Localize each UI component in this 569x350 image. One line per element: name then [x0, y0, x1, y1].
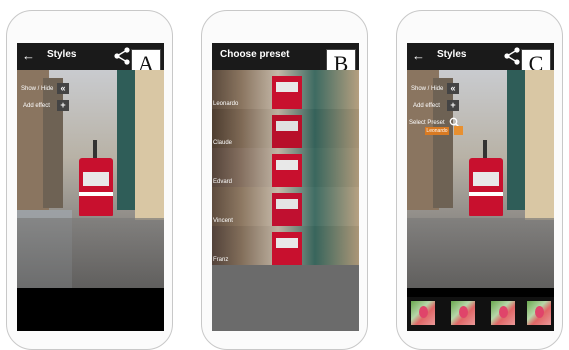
- preset-item-vincent[interactable]: Vincent: [212, 187, 359, 226]
- collapse-icon[interactable]: «: [447, 83, 459, 94]
- preset-name: Leonardo: [213, 101, 239, 107]
- flower-thumbnail-1[interactable]: [411, 301, 435, 325]
- phone-frame-b: Choose preset B Leonardo Claude Edvard V…: [201, 10, 368, 350]
- app-bar: ← Styles C: [407, 43, 554, 79]
- building-right: [135, 70, 164, 220]
- preset-name: Claude: [213, 140, 233, 146]
- empty-area: [212, 265, 359, 331]
- thumbnail-strip: [407, 297, 554, 331]
- preset-item-leonardo[interactable]: Leonardo: [212, 70, 359, 109]
- phone-frame-a: ← Styles A Show / Hide « Add effect +: [6, 10, 173, 350]
- street: [17, 218, 164, 288]
- phone-frame-c: ← Styles C Show / Hide « Add effect + Se…: [396, 10, 563, 350]
- red-tram: [79, 158, 113, 216]
- app-bar: Choose preset B: [212, 43, 359, 79]
- page-title: Styles: [437, 49, 467, 60]
- street: [407, 218, 554, 288]
- screen-a: ← Styles A Show / Hide « Add effect +: [17, 43, 164, 331]
- flower-thumbnail-3[interactable]: [491, 301, 515, 325]
- red-tram: [469, 158, 503, 216]
- building-right-green: [507, 70, 525, 210]
- page-title: Styles: [47, 49, 77, 60]
- tram-pole: [483, 140, 487, 158]
- building-left-inner: [433, 78, 453, 208]
- back-arrow-icon[interactable]: ←: [22, 48, 35, 64]
- preset-item-edvard[interactable]: Edvard: [212, 148, 359, 187]
- building-right: [525, 70, 554, 220]
- page-title: Choose preset: [220, 49, 290, 60]
- preset-color-swatch[interactable]: [454, 126, 463, 135]
- bottom-area: [17, 288, 164, 331]
- select-preset-label[interactable]: Select Preset: [409, 119, 445, 127]
- add-effect-plus-icon[interactable]: +: [447, 100, 459, 111]
- preset-list: Leonardo Claude Edvard Vincent Franz: [212, 70, 359, 265]
- preset-item-claude[interactable]: Claude: [212, 109, 359, 148]
- screen-c: ← Styles C Show / Hide « Add effect + Se…: [407, 43, 554, 331]
- selected-preset-badge[interactable]: Leonardo: [425, 127, 449, 135]
- tram-pole: [93, 140, 97, 158]
- share-icon[interactable]: [113, 46, 131, 66]
- back-arrow-icon[interactable]: ←: [412, 48, 425, 64]
- add-effect-plus-icon[interactable]: +: [57, 100, 69, 111]
- add-effect-label[interactable]: Add effect: [413, 102, 440, 110]
- preset-name: Vincent: [213, 218, 233, 224]
- add-effect-label[interactable]: Add effect: [23, 102, 50, 110]
- flower-thumbnail-4[interactable]: [527, 301, 551, 325]
- preset-item-franz[interactable]: Franz: [212, 226, 359, 265]
- flower-thumbnail-2[interactable]: [451, 301, 475, 325]
- app-bar: ← Styles A: [17, 43, 164, 79]
- share-icon[interactable]: [503, 46, 521, 66]
- collapse-icon[interactable]: «: [57, 83, 69, 94]
- preset-name: Edvard: [213, 179, 233, 185]
- building-right-green: [117, 70, 135, 210]
- show-hide-label[interactable]: Show / Hide: [411, 85, 443, 93]
- building-left-inner: [43, 78, 63, 208]
- show-hide-label[interactable]: Show / Hide: [21, 85, 53, 93]
- screen-b: Choose preset B Leonardo Claude Edvard V…: [212, 43, 359, 331]
- preset-name: Franz: [213, 257, 229, 263]
